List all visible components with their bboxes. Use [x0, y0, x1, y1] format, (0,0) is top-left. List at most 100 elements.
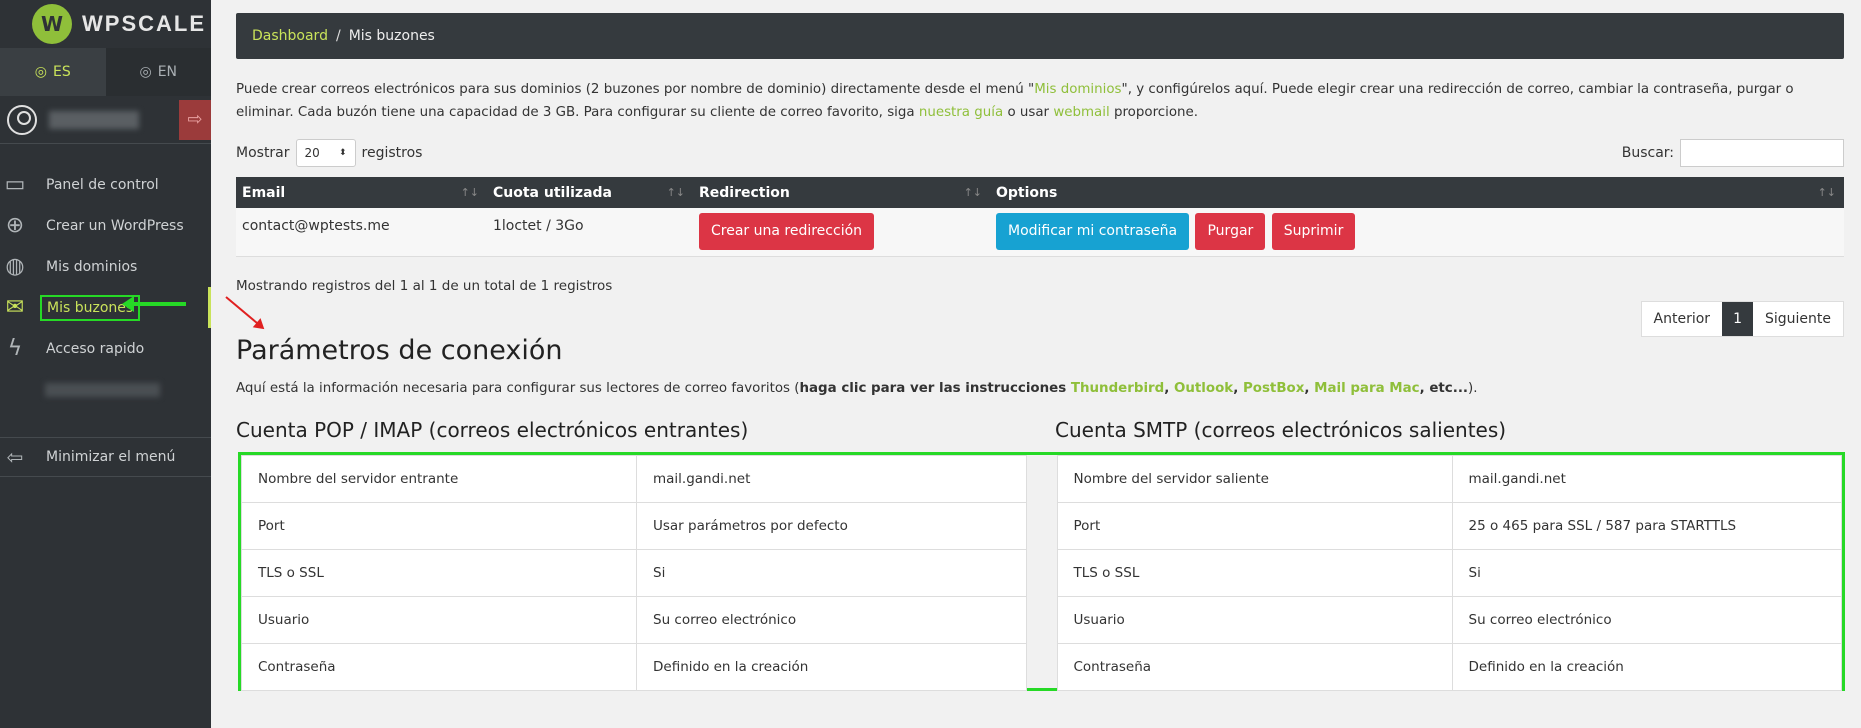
- table-row: Port 25 o 465 para SSL / 587 para STARTTL…: [1056, 502, 1842, 550]
- col-options-header[interactable]: Options ↑↓: [990, 177, 1844, 208]
- pagination-prev[interactable]: Anterior: [1642, 302, 1723, 336]
- smtp-title: Cuenta SMTP (correos electrónicos salien…: [1055, 418, 1507, 442]
- lang-es-label: ES: [52, 64, 71, 80]
- table-row: contact@wptests.me 1loctet / 3Go Crear u…: [236, 208, 1844, 257]
- logout-icon[interactable]: ⇨: [179, 99, 211, 140]
- breadcrumb-dashboard-link[interactable]: Dashboard: [252, 28, 328, 44]
- connection-description: Aquí está la información necesaria para …: [236, 381, 1478, 396]
- col-email-header[interactable]: Email ↑↓: [236, 177, 487, 208]
- options-cell: Modificar mi contraseña Purgar Suprimir: [990, 208, 1844, 257]
- redirection-cell: Crear una redirección: [693, 208, 990, 257]
- param-value: 25 o 465 para SSL / 587 para STARTTLS: [1451, 502, 1842, 550]
- minimize-menu-button[interactable]: ⇦ Minimizar el menú: [0, 437, 211, 477]
- lang-es-button[interactable]: ◎ ES: [0, 48, 106, 96]
- guide-link[interactable]: nuestra guía: [919, 105, 1003, 120]
- page-length-select[interactable]: 20 ⬍: [295, 139, 356, 167]
- my-domains-link[interactable]: Mis dominios: [1034, 82, 1121, 97]
- lang-en-label: EN: [157, 64, 178, 80]
- breadcrumb: Dashboard / Mis buzones: [236, 13, 1844, 59]
- smtp-table: Nombre del servidor saliente mail.gandi.n…: [1056, 455, 1842, 691]
- intro-text: Puede crear correos electrónicos para su…: [236, 78, 1846, 124]
- table-controls: Mostrar 20 ⬍ registros Buscar:: [236, 138, 1844, 168]
- sort-icon: ↑↓: [666, 186, 685, 199]
- main-content: Dashboard / Mis buzones Puede crear corr…: [211, 0, 1861, 728]
- sidebar-item-label: Panel de control: [46, 176, 159, 193]
- create-redirect-button[interactable]: Crear una redirección: [699, 213, 875, 251]
- arrow-left-icon: ⇦: [6, 445, 24, 469]
- connection-desc-close: ).: [1468, 381, 1478, 396]
- outlook-link[interactable]: Outlook: [1174, 381, 1233, 396]
- sidebar-item-mailboxes[interactable]: ✉ Mis buzones: [0, 287, 211, 328]
- param-value: Si: [1451, 549, 1842, 597]
- pagination-page[interactable]: 1: [1722, 302, 1753, 336]
- param-key: Nombre del servidor entrante: [241, 455, 637, 503]
- pagination-next[interactable]: Siguiente: [1753, 302, 1843, 336]
- user-row: ⇨: [0, 96, 211, 144]
- envelope-icon: ✉: [5, 295, 25, 320]
- table-row: Usuario Su correo electrónico: [241, 596, 1027, 644]
- redacted-submenu: [45, 383, 160, 397]
- globe-icon: ◍: [5, 254, 25, 279]
- sidebar-item-panel[interactable]: ▭ Panel de control: [0, 164, 211, 205]
- sidebar: W WPSCALE ◎ ES ◎ EN ⇨ ▭ Panel de control…: [0, 0, 211, 728]
- sidebar-item-label: Crear un WordPress: [46, 217, 184, 234]
- param-key: TLS o SSL: [1056, 549, 1453, 597]
- pop-imap-table: Nombre del servidor entrante mail.gandi.n…: [241, 455, 1027, 691]
- language-switcher: ◎ ES ◎ EN: [0, 48, 211, 96]
- purge-button[interactable]: Purgar: [1195, 213, 1266, 251]
- sidebar-item-domains[interactable]: ◍ Mis dominios: [0, 246, 211, 287]
- mail-mac-link[interactable]: Mail para Mac: [1314, 381, 1419, 396]
- annotation-arrow-red: [225, 296, 262, 328]
- records-label: registros: [361, 145, 423, 161]
- plus-circle-icon: ⊕: [5, 213, 25, 238]
- sort-icon: ↑↓: [1817, 186, 1836, 199]
- intro-text-part: o usar: [1003, 105, 1054, 120]
- param-key: Contraseña: [1056, 643, 1453, 691]
- globe-icon: ◎: [139, 64, 152, 80]
- search-input[interactable]: [1680, 139, 1844, 167]
- postbox-link[interactable]: PostBox: [1243, 381, 1304, 396]
- updown-icon: ⬍: [338, 148, 347, 158]
- annotation-arrow-green: [122, 296, 186, 312]
- pagination: Anterior 1 Siguiente: [1640, 301, 1844, 337]
- thunderbird-link[interactable]: Thunderbird: [1071, 381, 1164, 396]
- change-password-button[interactable]: Modificar mi contraseña: [996, 213, 1190, 251]
- col-redirection-header[interactable]: Redirection ↑↓: [693, 177, 990, 208]
- delete-button[interactable]: Suprimir: [1271, 213, 1356, 251]
- lang-en-button[interactable]: ◎ EN: [105, 48, 211, 96]
- col-quota-label: Cuota utilizada: [493, 184, 612, 201]
- param-value: mail.gandi.net: [1451, 455, 1842, 503]
- sidebar-item-create-wordpress[interactable]: ⊕ Crear un WordPress: [0, 205, 211, 246]
- param-value: Si: [636, 549, 1027, 597]
- table-row: Nombre del servidor entrante mail.gandi.n…: [241, 455, 1027, 503]
- sort-icon: ↑↓: [460, 186, 479, 199]
- col-email-label: Email: [242, 184, 286, 201]
- col-quota-header[interactable]: Cuota utilizada ↑↓: [487, 177, 693, 208]
- page-length-value: 20: [304, 146, 320, 160]
- bolt-icon: ϟ: [7, 336, 23, 361]
- col-options-label: Options: [996, 184, 1058, 201]
- wpscale-logo-icon: W: [32, 4, 72, 44]
- param-value: mail.gandi.net: [636, 455, 1027, 503]
- table-info: Mostrando registros del 1 al 1 de un tot…: [236, 278, 613, 294]
- breadcrumb-current: Mis buzones: [348, 28, 435, 44]
- quota-cell: 1loctet / 3Go: [487, 208, 693, 257]
- table-row: Contraseña Definido en la creación: [1056, 643, 1842, 691]
- connection-desc-text: Aquí está la información necesaria para …: [236, 381, 800, 396]
- connection-title: Parámetros de conexión: [236, 335, 563, 366]
- user-avatar-icon[interactable]: [7, 104, 37, 135]
- intro-text-part: Puede crear correos electrónicos para su…: [236, 82, 1035, 97]
- table-row: TLS o SSL Si: [1056, 549, 1842, 597]
- sidebar-item-quick-access[interactable]: ϟ Acceso rapido: [0, 328, 211, 369]
- table-row: Nombre del servidor saliente mail.gandi.n…: [1056, 455, 1842, 503]
- sidebar-item-label: Acceso rapido: [46, 340, 145, 357]
- logo[interactable]: W WPSCALE: [0, 0, 211, 48]
- webmail-link[interactable]: webmail: [1053, 105, 1109, 120]
- param-key: Contraseña: [241, 643, 637, 691]
- param-key: TLS o SSL: [241, 549, 637, 597]
- param-value: Usar parámetros por defecto: [636, 502, 1027, 550]
- param-key: Usuario: [1056, 596, 1453, 644]
- param-key: Nombre del servidor saliente: [1056, 455, 1453, 503]
- mailbox-table: Email ↑↓ Cuota utilizada ↑↓ Redirection ↑↓ …: [236, 177, 1844, 257]
- intro-text-part: proporcione.: [1109, 105, 1199, 120]
